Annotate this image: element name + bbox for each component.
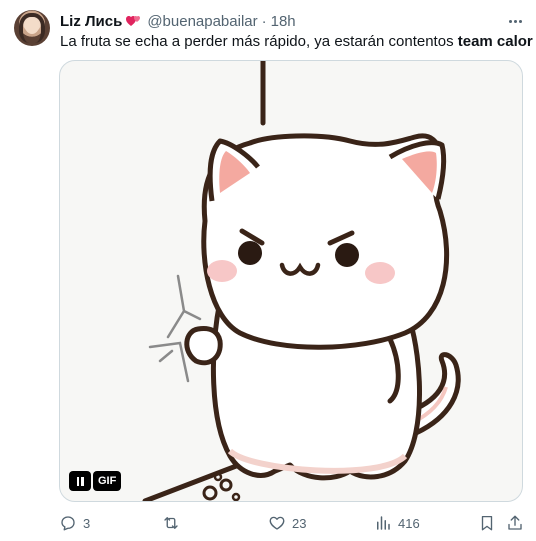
author-avatar[interactable] xyxy=(14,10,50,46)
post-actions-bar: 3 23 416 xyxy=(0,512,536,534)
post-time[interactable]: 18h xyxy=(271,13,296,30)
repost-button[interactable] xyxy=(162,512,186,534)
pause-icon xyxy=(76,476,79,486)
post-text: La fruta se echa a perder más rápido, ya… xyxy=(60,33,533,51)
views-count: 416 xyxy=(398,515,420,531)
share-icon xyxy=(508,515,522,530)
views-button[interactable]: 416 xyxy=(374,512,420,534)
pause-icon xyxy=(81,476,84,486)
post-header: Liz Лись @buenapabailar · 18h xyxy=(60,12,296,30)
avatar-face xyxy=(25,18,39,34)
gif-controls: GIF xyxy=(69,471,122,491)
gif-badge: GIF xyxy=(93,471,122,491)
more-dot-icon xyxy=(513,19,517,23)
bookmark-button[interactable] xyxy=(478,512,496,534)
pause-button[interactable] xyxy=(69,471,91,491)
more-dot-icon xyxy=(508,19,512,23)
post-media-gif[interactable]: GIF xyxy=(59,60,523,502)
separator-dot: · xyxy=(261,12,267,30)
post-text-main: La fruta se echa a perder más rápido, ya… xyxy=(60,33,458,50)
post-text-bold[interactable]: team calor xyxy=(458,33,533,50)
two-hearts-emoji-icon xyxy=(126,16,141,26)
cat-gif-image xyxy=(142,61,461,501)
author-handle[interactable]: @buenapabailar xyxy=(147,13,257,30)
more-dot-icon xyxy=(518,19,522,23)
more-options-button[interactable] xyxy=(506,14,524,28)
repost-icon xyxy=(164,517,178,529)
share-button[interactable] xyxy=(506,512,524,534)
heart-icon xyxy=(269,516,285,530)
like-button[interactable]: 23 xyxy=(268,512,306,534)
bar-chart-icon xyxy=(377,516,390,530)
reply-count: 3 xyxy=(83,515,91,531)
reply-button[interactable]: 3 xyxy=(59,512,90,534)
author-name[interactable]: Liz Лись xyxy=(60,13,122,30)
bookmark-icon xyxy=(481,515,493,531)
like-count: 23 xyxy=(292,515,307,531)
reply-icon xyxy=(61,516,75,531)
